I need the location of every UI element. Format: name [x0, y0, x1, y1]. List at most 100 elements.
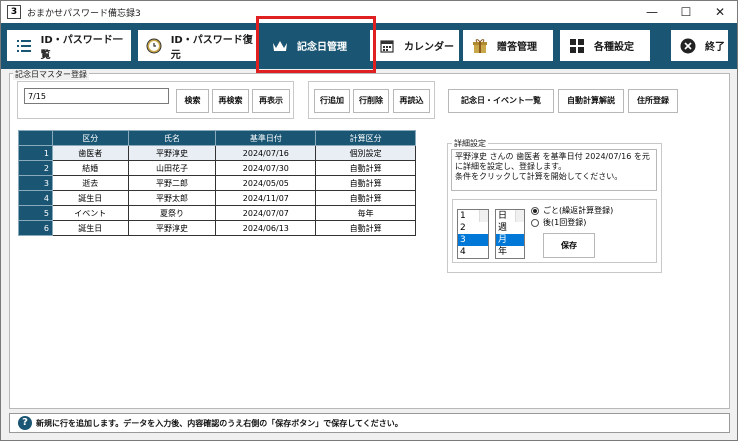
number-option[interactable]: 4 — [458, 246, 488, 258]
number-listbox[interactable]: 1 2 3 4 — [457, 209, 489, 259]
cell-kubun[interactable]: 歯医者 — [51, 145, 129, 161]
radio-once-dot[interactable] — [531, 218, 539, 227]
cell-date[interactable]: 2024/07/16 — [215, 145, 317, 161]
cell-calc[interactable]: 自動計算 — [315, 175, 416, 191]
table-row[interactable]: 2 結婚 山田花子 2024/07/30 自動計算 — [18, 160, 416, 176]
detail-description-line: に詳細を設定し、登録します。 — [455, 162, 567, 171]
table-row[interactable]: 5 イベント 夏祭り 2024/07/07 毎年 — [18, 205, 416, 221]
maximize-button[interactable]: ☐ — [669, 1, 703, 23]
row-number: 1 — [18, 145, 53, 161]
table-row[interactable]: 3 逝去 平野二郎 2024/05/05 自動計算 — [18, 175, 416, 191]
cell-calc[interactable]: 自動計算 — [315, 190, 416, 206]
search-button[interactable]: 検索 — [176, 89, 209, 113]
row-number: 4 — [18, 190, 53, 206]
cell-calc[interactable]: 自動計算 — [315, 220, 416, 236]
number-option[interactable]: 2 — [458, 222, 488, 234]
cell-date[interactable]: 2024/11/07 — [215, 190, 317, 206]
row-number-header — [18, 130, 53, 146]
cell-name[interactable]: 山田花子 — [127, 160, 217, 176]
number-scrollbar[interactable] — [479, 210, 488, 222]
radio-once[interactable]: 後(1回登録) — [531, 217, 586, 228]
id-password-restore-label: ID・パスワード復元 — [170, 34, 253, 61]
cell-name[interactable]: 夏祭り — [127, 205, 217, 221]
status-bar: ? 新規に行を追加します。データを入力後、内容確認のうえ右側の「保存ボタン」で保… — [9, 413, 730, 433]
gift-management-label: 贈答管理 — [497, 42, 537, 53]
calendar-button[interactable]: カレンダー — [370, 30, 459, 61]
minimize-button[interactable]: — — [635, 1, 669, 23]
exit-label: 終了 — [705, 42, 725, 53]
table-row[interactable]: 4 誕生日 平野太郎 2024/11/07 自動計算 — [18, 190, 416, 206]
row-number: 6 — [18, 220, 53, 236]
grid-settings-icon — [568, 37, 586, 55]
event-list-button[interactable]: 記念日・イベント一覧 — [448, 89, 554, 113]
cell-kubun[interactable]: 結婚 — [51, 160, 129, 176]
auto-calc-help-button[interactable]: 自動計算解説 — [558, 89, 624, 113]
crown-icon — [271, 37, 289, 55]
settings-label: 各種設定 — [594, 42, 634, 53]
cell-date[interactable]: 2024/07/30 — [215, 160, 317, 176]
close-circle-icon — [679, 37, 697, 55]
column-header-calc[interactable]: 計算区分 — [315, 130, 416, 146]
cell-kubun[interactable]: 誕生日 — [51, 190, 129, 206]
table-row[interactable]: 6 誕生日 平野淳史 2024/06/13 自動計算 — [18, 220, 416, 236]
cell-name[interactable]: 平野二郎 — [127, 175, 217, 191]
cell-calc[interactable]: 自動計算 — [315, 160, 416, 176]
reload-button[interactable]: 再読込 — [393, 89, 430, 113]
anniversary-management-label: 記念日管理 — [297, 42, 347, 53]
id-password-list-label: ID・パスワード一覧 — [40, 34, 123, 61]
detail-group-label: 詳細設定 — [452, 138, 488, 149]
settings-button[interactable]: 各種設定 — [560, 30, 650, 61]
redisplay-button[interactable]: 再表示 — [252, 89, 290, 113]
table-row[interactable]: 1 歯医者 平野淳史 2024/07/16 個別設定 — [18, 145, 416, 161]
unit-option-selected[interactable]: 月 — [496, 234, 524, 246]
save-button[interactable]: 保存 — [543, 233, 595, 258]
cell-kubun[interactable]: イベント — [51, 205, 129, 221]
gift-management-button[interactable]: 贈答管理 — [463, 30, 553, 61]
anniversary-table: 区分 氏名 基準日付 計算区分 1 歯医者 平野淳史 2024/07/16 個別… — [18, 130, 416, 236]
row-number: 5 — [18, 205, 53, 221]
address-register-button[interactable]: 住所登録 — [628, 89, 678, 113]
cell-calc[interactable]: 個別設定 — [315, 145, 416, 161]
radio-once-label: 後(1回登録) — [543, 218, 587, 227]
calendar-label: カレンダー — [404, 42, 454, 53]
help-icon: ? — [18, 416, 32, 430]
app-window: 3 おまかせパスワード備忘録3 — ☐ ✕ ID・パスワード一覧 ID・パスワー… — [0, 0, 738, 441]
anniversary-management-button[interactable]: 記念日管理 — [263, 30, 370, 61]
delete-row-button[interactable]: 行削除 — [353, 89, 389, 113]
unit-scrollbar[interactable] — [515, 210, 524, 222]
radio-repeat-dot[interactable] — [531, 206, 539, 215]
row-number: 3 — [18, 175, 53, 191]
re-search-button[interactable]: 再検索 — [212, 89, 249, 113]
master-group-label: 記念日マスター登録 — [13, 69, 89, 80]
column-header-date[interactable]: 基準日付 — [215, 130, 317, 146]
cell-date[interactable]: 2024/05/05 — [215, 175, 317, 191]
column-header-name[interactable]: 氏名 — [127, 130, 217, 146]
cell-date[interactable]: 2024/07/07 — [215, 205, 317, 221]
close-window-button[interactable]: ✕ — [703, 1, 737, 23]
cell-name[interactable]: 平野太郎 — [127, 190, 217, 206]
id-password-list-button[interactable]: ID・パスワード一覧 — [7, 30, 131, 61]
calendar-icon — [378, 37, 396, 55]
cell-kubun[interactable]: 逝去 — [51, 175, 129, 191]
id-password-restore-button[interactable]: ID・パスワード復元 — [138, 30, 256, 61]
cell-calc[interactable]: 毎年 — [315, 205, 416, 221]
number-option-selected[interactable]: 3 — [458, 234, 488, 246]
radio-repeat-label: ごと(繰返計算登録) — [543, 206, 614, 215]
exit-button[interactable]: 終了 — [671, 30, 728, 61]
add-row-button[interactable]: 行追加 — [314, 89, 350, 113]
main-toolbar: ID・パスワード一覧 ID・パスワード復元 記念日管理 カレンダー 贈答管理 各… — [1, 23, 737, 69]
cell-date[interactable]: 2024/06/13 — [215, 220, 317, 236]
app-icon: 3 — [7, 5, 21, 19]
unit-option[interactable]: 週 — [496, 222, 524, 234]
gift-icon — [471, 37, 489, 55]
detail-description: 平野淳史 さんの 歯医者 を基準日付 2024/07/16 を元 に詳細を設定し… — [451, 149, 657, 191]
cell-name[interactable]: 平野淳史 — [127, 220, 217, 236]
radio-repeat[interactable]: ごと(繰返計算登録) — [531, 205, 613, 216]
cell-name[interactable]: 平野淳史 — [127, 145, 217, 161]
cell-kubun[interactable]: 誕生日 — [51, 220, 129, 236]
row-number: 2 — [18, 160, 53, 176]
column-header-kubun[interactable]: 区分 — [51, 130, 129, 146]
search-input[interactable] — [24, 88, 169, 104]
unit-option[interactable]: 年 — [496, 246, 524, 258]
unit-listbox[interactable]: 日 週 月 年 — [495, 209, 525, 259]
